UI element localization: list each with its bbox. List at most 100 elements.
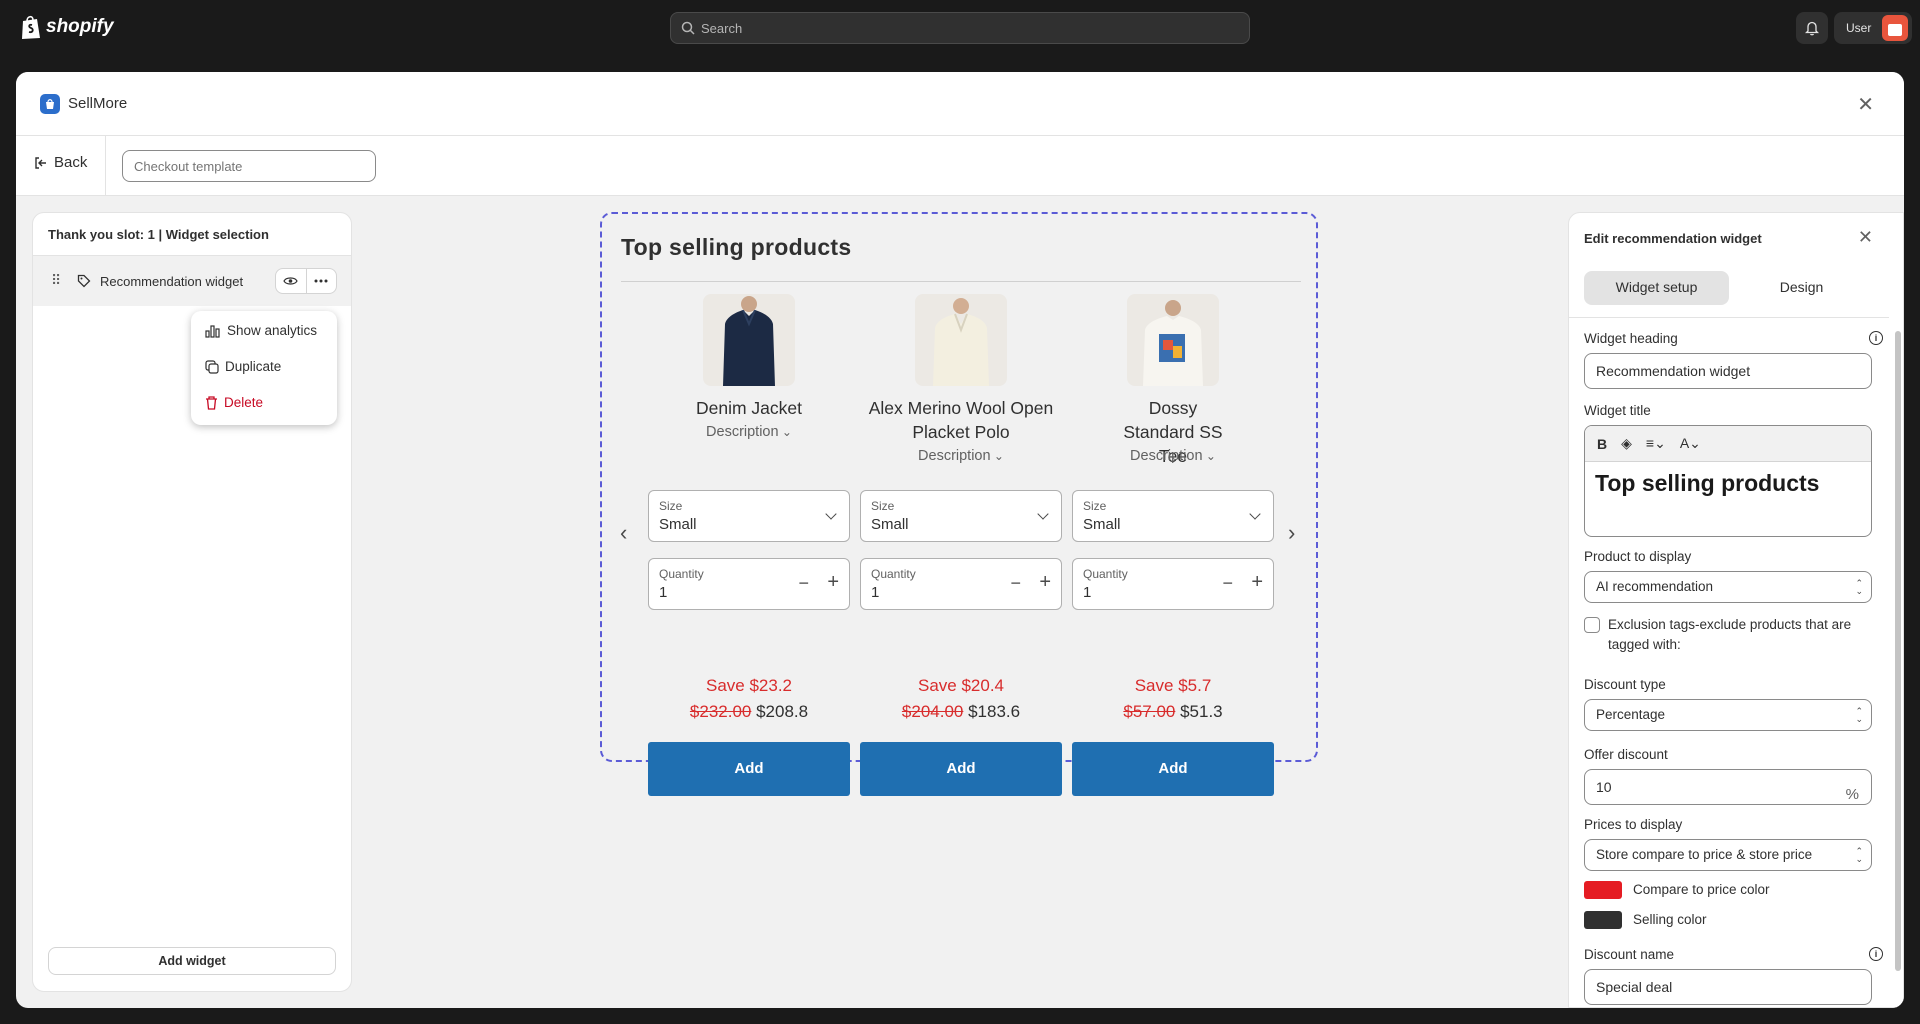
product-display-select[interactable]: AI recommendation (1584, 571, 1872, 603)
savings-text: Save $20.4 (917, 676, 1004, 695)
product-image (1127, 294, 1219, 386)
panel-title: Edit recommendation widget (1584, 231, 1762, 246)
bold-icon[interactable]: B (1597, 436, 1607, 452)
plus-icon[interactable]: + (1039, 571, 1051, 594)
carousel-next-icon[interactable]: › (1288, 520, 1295, 546)
percent-suffix: % (1845, 786, 1859, 803)
edit-widget-panel: Edit recommendation widget ✕ Widget setu… (1568, 212, 1904, 1008)
offer-discount-input[interactable]: 10 % (1584, 769, 1872, 805)
size-select[interactable]: Size Small (1072, 490, 1274, 542)
slot-title: Thank you slot: 1 | Widget selection (48, 227, 269, 242)
plus-icon[interactable]: + (1251, 571, 1263, 594)
panel-scrollbar[interactable] (1895, 321, 1901, 1001)
shopify-bag-icon (22, 15, 40, 39)
minus-icon[interactable]: − (798, 573, 809, 594)
exit-arrow-icon (35, 156, 46, 169)
widget-list-item[interactable]: ⠿ Recommendation widget (33, 256, 351, 306)
widget-title-editor[interactable]: B ◈ ≡⌄ A⌄ Top selling products (1584, 425, 1872, 537)
text-size-icon[interactable]: A⌄ (1680, 435, 1701, 452)
menu-item-duplicate[interactable]: Duplicate (205, 359, 281, 374)
info-icon[interactable]: i (1869, 947, 1883, 961)
back-label: Back (54, 154, 88, 171)
divider (1569, 317, 1889, 318)
menu-item-delete[interactable]: Delete (205, 395, 263, 410)
search-icon (681, 21, 695, 35)
compare-color-swatch[interactable] (1584, 881, 1622, 899)
toolbar-divider (105, 136, 106, 196)
selling-color-swatch[interactable] (1584, 911, 1622, 929)
sellmore-app-icon (40, 94, 60, 114)
add-to-cart-button[interactable]: Add (860, 742, 1062, 796)
search-placeholder: Search (701, 20, 743, 36)
drag-handle-icon[interactable]: ⠿ (51, 272, 61, 289)
product-image (915, 294, 1007, 386)
more-actions-button[interactable] (307, 269, 337, 293)
compare-price: $57.00 (1123, 702, 1176, 721)
exclusion-tags-checkbox[interactable] (1584, 617, 1600, 633)
tag-icon (77, 274, 91, 288)
description-toggle[interactable]: Description (1072, 448, 1274, 464)
description-toggle[interactable]: Description (860, 448, 1062, 464)
size-value: Small (659, 516, 697, 533)
template-name-input[interactable] (122, 150, 376, 182)
menu-item-label: Delete (224, 395, 264, 410)
search-bar[interactable]: Search (670, 12, 1250, 44)
add-to-cart-button[interactable]: Add (1072, 742, 1274, 796)
widget-selection-panel: Thank you slot: 1 | Widget selection ⠿ R… (32, 212, 352, 992)
widget-heading-label: Widget heading (1584, 331, 1678, 346)
tab-widget-setup[interactable]: Widget setup (1584, 271, 1729, 305)
quantity-stepper[interactable]: Quantity 1 − + (860, 558, 1062, 610)
quantity-value: 1 (1083, 584, 1092, 601)
trash-icon (206, 395, 217, 410)
selling-price: $51.3 (1180, 702, 1223, 721)
notifications-button[interactable] (1796, 12, 1828, 44)
quantity-stepper[interactable]: Quantity 1 − + (1072, 558, 1274, 610)
exclusion-tags-label: Exclusion tags-exclude products that are… (1608, 617, 1852, 652)
size-select[interactable]: Size Small (648, 490, 850, 542)
shopify-logo[interactable]: shopify (20, 14, 114, 40)
widget-preview[interactable]: Top selling products ‹ › Denim Jacket De… (600, 212, 1318, 796)
discount-type-select[interactable]: Percentage (1584, 699, 1872, 731)
user-menu-button[interactable]: User (1834, 12, 1912, 44)
close-modal-icon[interactable]: ✕ (1857, 92, 1874, 117)
menu-item-label: Show analytics (227, 323, 318, 338)
add-to-cart-button[interactable]: Add (648, 742, 850, 796)
discount-name-input[interactable]: Special deal (1584, 969, 1872, 1005)
size-label: Size (659, 499, 683, 513)
price-row: $232.00 $208.8 (648, 702, 850, 722)
selling-price: $183.6 (968, 702, 1021, 721)
bell-icon (1805, 21, 1819, 35)
product-display-label: Product to display (1584, 549, 1692, 564)
size-select[interactable]: Size Small (860, 490, 1062, 542)
eye-icon (283, 277, 298, 285)
offer-discount-label: Offer discount (1584, 747, 1668, 762)
quantity-label: Quantity (1083, 567, 1128, 581)
tab-design[interactable]: Design (1729, 271, 1874, 305)
add-widget-button[interactable]: Add widget (48, 947, 336, 975)
quantity-stepper[interactable]: Quantity 1 − + (648, 558, 850, 610)
bar-chart-icon (205, 324, 220, 338)
plus-icon[interactable]: + (827, 571, 839, 594)
size-label: Size (871, 499, 895, 513)
product-card: Alex Merino Wool Open Placket Polo Descr… (860, 294, 1062, 796)
align-icon[interactable]: ≡⌄ (1646, 435, 1666, 452)
close-panel-icon[interactable]: ✕ (1858, 227, 1873, 248)
savings-text: Save $23.2 (705, 676, 792, 695)
fill-color-icon[interactable]: ◈ (1621, 435, 1632, 452)
preview-eye-button[interactable] (276, 269, 307, 293)
carousel-prev-icon[interactable]: ‹ (620, 520, 627, 546)
description-toggle[interactable]: Description (648, 424, 850, 440)
size-value: Small (871, 516, 909, 533)
info-icon[interactable]: i (1869, 331, 1883, 345)
minus-icon[interactable]: − (1010, 573, 1021, 594)
widget-heading-input[interactable]: Recommendation widget (1584, 353, 1872, 389)
product-name: Alex Merino Wool Open Placket Polo (868, 398, 1054, 442)
back-button[interactable]: Back (34, 154, 87, 171)
product-card: Dossy Standard SS Tee Description Size S… (1072, 294, 1274, 796)
product-name: Denim Jacket (695, 398, 802, 418)
menu-item-show-analytics[interactable]: Show analytics (205, 323, 317, 338)
minus-icon[interactable]: − (1222, 573, 1233, 594)
prices-display-select[interactable]: Store compare to price & store price (1584, 839, 1872, 871)
app-modal: SellMore ✕ Back Thank you slot: 1 | Widg… (16, 72, 1904, 1008)
widget-actions (275, 268, 337, 294)
